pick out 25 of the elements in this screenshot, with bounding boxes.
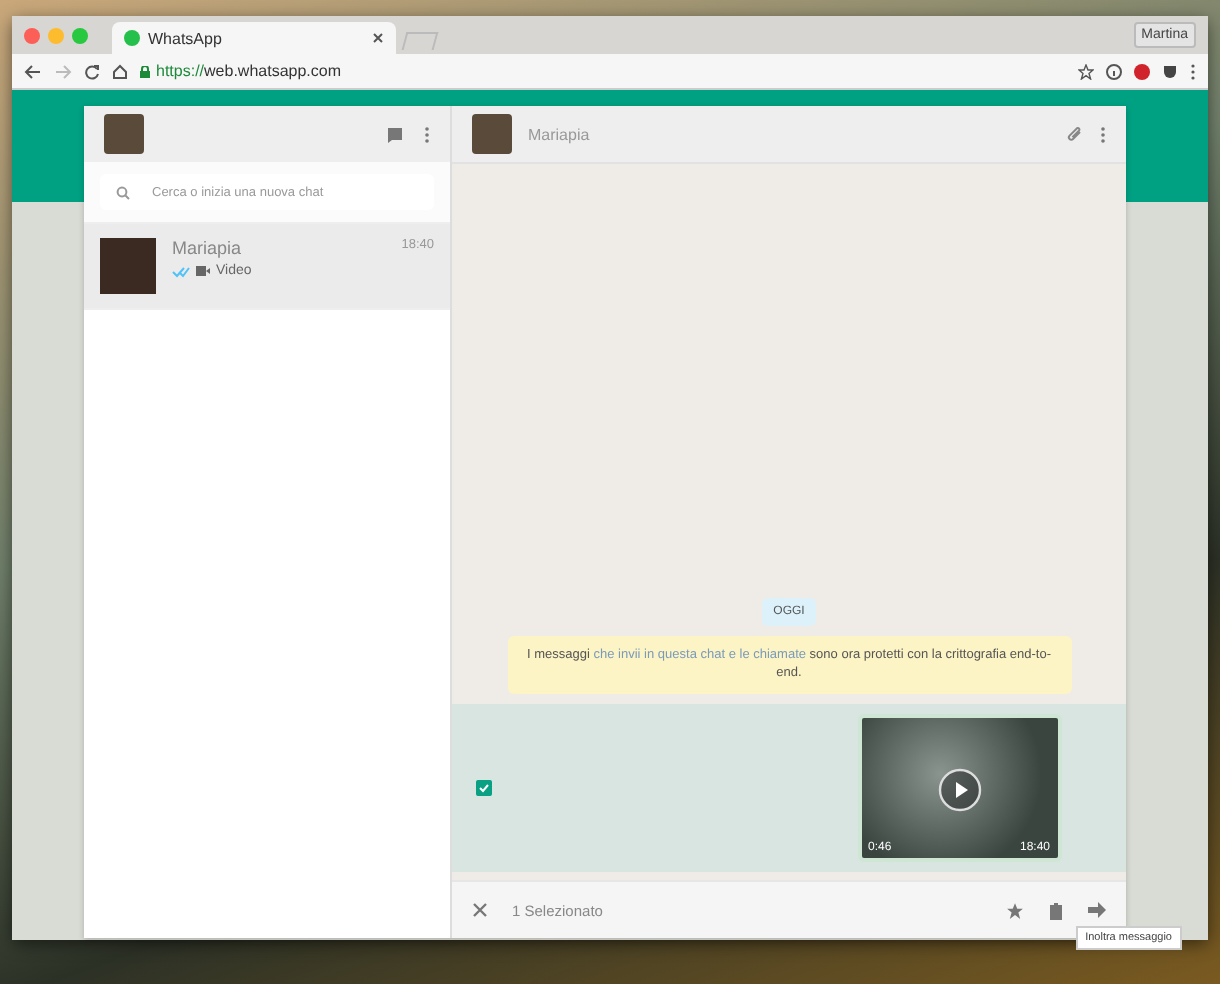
reload-icon[interactable]	[84, 63, 100, 79]
info-icon[interactable]	[1106, 63, 1122, 79]
close-icon[interactable]	[472, 902, 488, 918]
lock-icon	[140, 65, 150, 77]
browser-tab[interactable]: WhatsApp	[112, 22, 396, 54]
video-camera-icon	[196, 266, 210, 276]
menu-icon[interactable]	[424, 125, 430, 143]
close-tab-icon[interactable]	[372, 32, 384, 44]
close-window-icon[interactable]	[24, 27, 40, 43]
play-icon[interactable]	[938, 768, 982, 812]
back-icon[interactable]	[24, 63, 42, 79]
extension-icon[interactable]	[1134, 63, 1150, 79]
contact-avatar	[100, 238, 156, 294]
forward-icon[interactable]	[1088, 902, 1106, 918]
paperclip-icon[interactable]	[1066, 125, 1084, 143]
home-icon[interactable]	[112, 63, 128, 79]
menu-icon[interactable]	[1100, 125, 1106, 143]
url-text: https://web.whatsapp.com	[156, 62, 341, 80]
new-chat-icon[interactable]	[386, 125, 404, 143]
double-check-icon	[172, 265, 190, 277]
star-icon[interactable]	[1006, 901, 1024, 919]
star-icon[interactable]	[1078, 63, 1094, 79]
contact-name: Mariapia	[172, 238, 242, 258]
menu-icon[interactable]	[1190, 63, 1196, 79]
checkbox[interactable]	[476, 780, 492, 796]
